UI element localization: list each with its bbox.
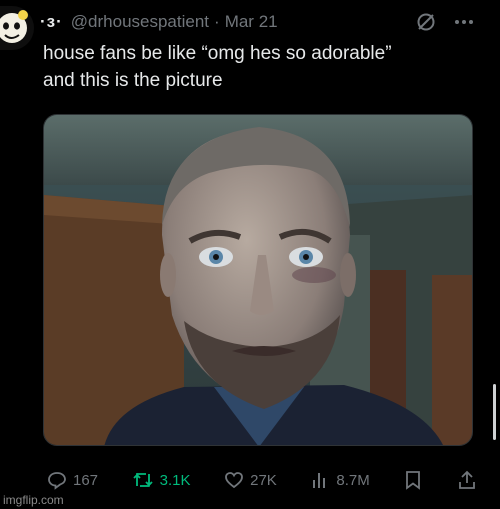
action-bar: 167 3.1K 27K 8.7M: [47, 468, 477, 492]
retweet-button[interactable]: 3.1K: [132, 470, 191, 490]
bookmark-icon: [406, 471, 421, 490]
man-portrait-photo: [44, 115, 472, 445]
like-button[interactable]: 27K: [224, 470, 277, 490]
handle[interactable]: @drhousespatient: [71, 12, 209, 32]
tweet-date[interactable]: Mar 21: [225, 12, 278, 32]
share-button[interactable]: [457, 470, 477, 490]
heart-icon: [225, 472, 244, 489]
display-name[interactable]: ·ɜ·: [40, 12, 63, 32]
retweet-count: 3.1K: [159, 471, 191, 489]
views-icon: [313, 473, 326, 488]
bookmark-button[interactable]: [403, 470, 423, 490]
more-options-icon[interactable]: [454, 12, 474, 32]
views-button[interactable]: 8.7M: [310, 470, 370, 490]
reply-icon: [48, 472, 66, 490]
tweet-media-image[interactable]: [43, 114, 473, 446]
like-count: 27K: [250, 471, 277, 489]
tweet-text: house fans be like “omg hes so adorable”…: [43, 40, 483, 94]
views-count: 8.7M: [336, 471, 370, 489]
retweet-icon: [133, 472, 153, 488]
tweet-text-line: house fans be like “omg hes so adorable”: [43, 43, 392, 64]
avatar[interactable]: [0, 6, 34, 50]
watermark: imgflip.com: [3, 493, 64, 507]
reply-button[interactable]: 167: [47, 470, 98, 490]
tweet-header: ·ɜ· @drhousespatient · Mar 21: [40, 11, 474, 33]
scrollbar[interactable]: [493, 384, 496, 440]
reply-count: 167: [73, 471, 99, 489]
slashed-circle-icon[interactable]: [416, 12, 436, 32]
tweet-text-line: and this is the picture: [43, 70, 223, 91]
share-icon: [459, 470, 475, 489]
avatar-emoji-icon: [0, 10, 28, 43]
header-separator: ·: [214, 12, 220, 31]
